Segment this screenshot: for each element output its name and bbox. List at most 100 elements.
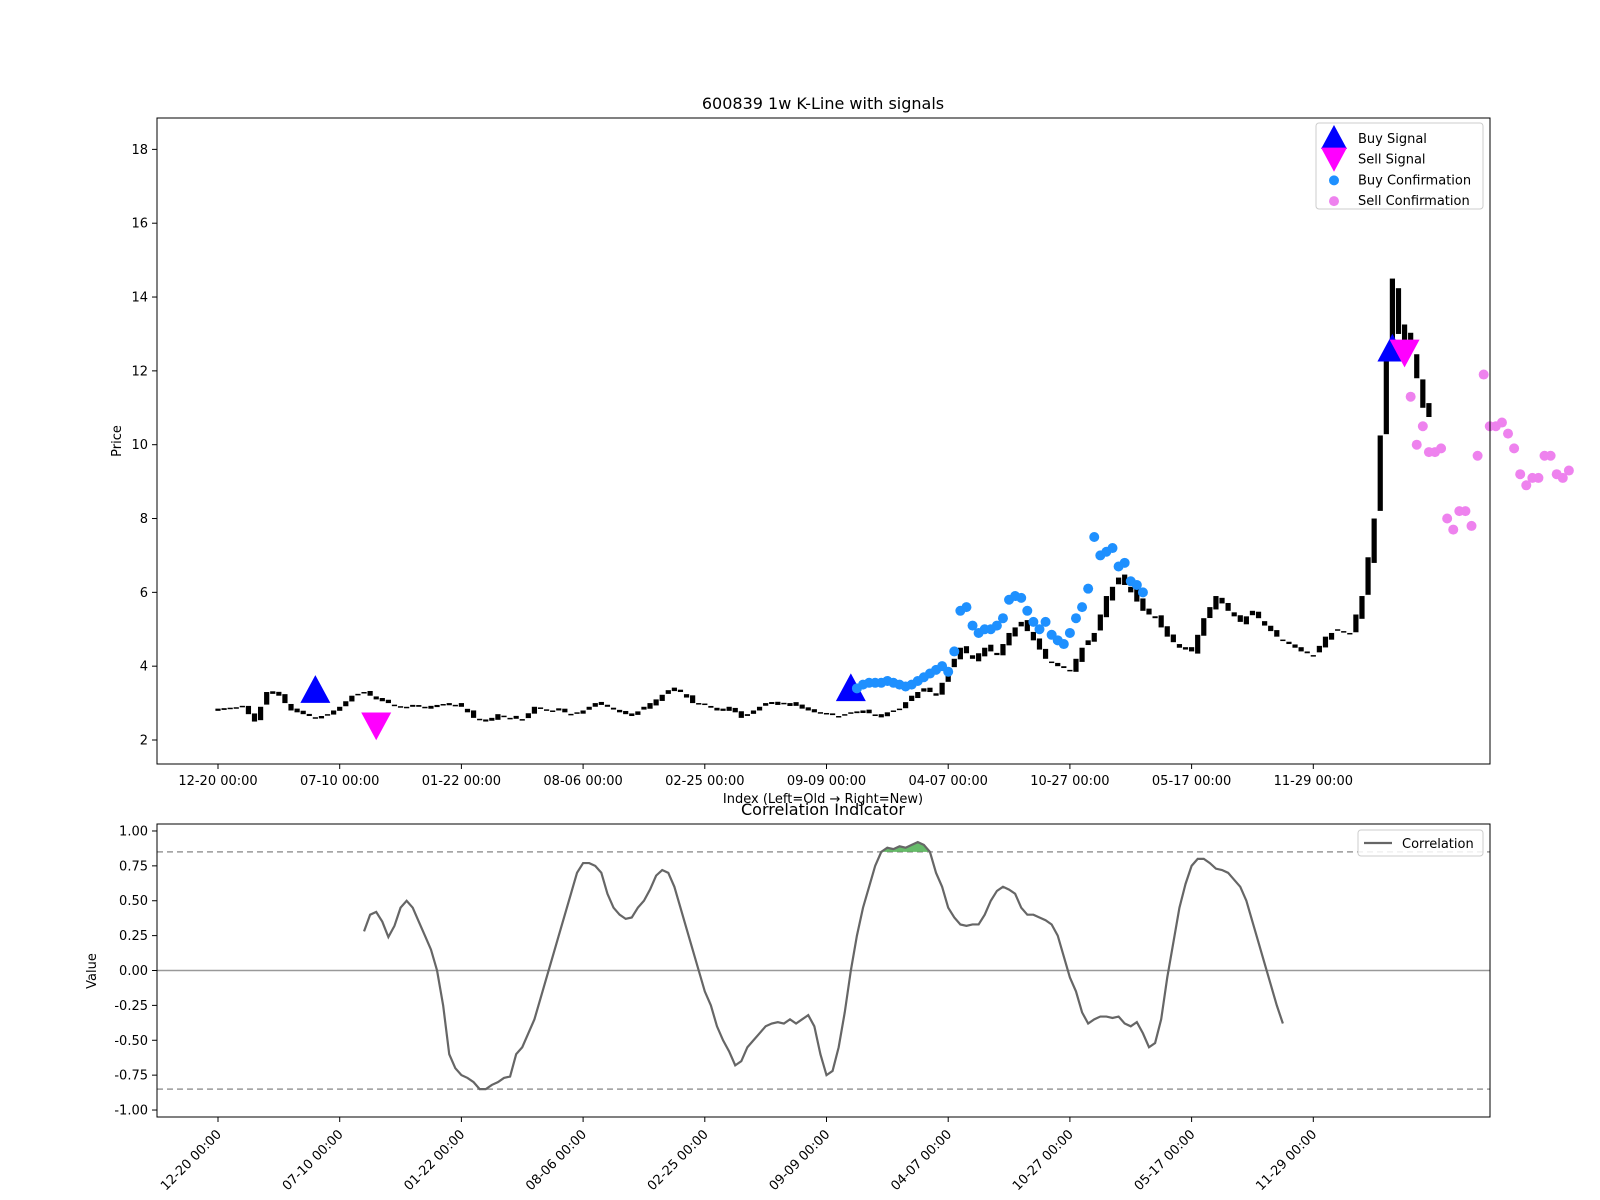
sell-confirmation-marker — [1436, 443, 1447, 454]
candle-body — [1353, 614, 1359, 633]
corr-plot-area — [157, 840, 1490, 1091]
candle-body — [513, 715, 519, 719]
candle-body — [903, 702, 909, 709]
corr-ytick-label: -0.25 — [114, 999, 148, 1014]
candle-body — [1231, 612, 1237, 617]
candle-body — [574, 712, 580, 714]
corr-xtick-label: 02-25 00:00 — [645, 1127, 712, 1194]
candle-body — [1170, 634, 1176, 643]
sell-confirmation-marker — [1563, 465, 1574, 476]
candle-body — [988, 644, 994, 652]
candle-body — [793, 702, 799, 706]
candle-body — [982, 647, 988, 657]
candle-body — [1128, 586, 1134, 593]
candle-body — [580, 710, 586, 714]
candle-body — [1322, 636, 1329, 648]
candle-body — [969, 655, 976, 659]
candle-body — [1182, 647, 1189, 650]
candle-body — [635, 711, 641, 715]
kline-xtick-label: 01-22 00:00 — [422, 774, 501, 789]
candle-body — [1097, 614, 1103, 631]
candle-body — [1420, 379, 1426, 408]
candle-body — [239, 705, 245, 708]
candle-body — [817, 712, 824, 714]
candle-body — [1426, 403, 1432, 418]
candle-body — [1225, 602, 1231, 611]
candle-body — [543, 709, 550, 711]
candle-body — [811, 709, 817, 713]
candle-body — [781, 702, 787, 705]
candle-body — [446, 703, 452, 706]
candle-body — [1304, 651, 1310, 654]
candle-body — [994, 652, 1000, 656]
buy-confirmation-marker — [1137, 587, 1148, 598]
candle-body — [744, 714, 750, 716]
candle-body — [732, 707, 738, 713]
candle-body — [507, 717, 513, 720]
corr-xtick-label: 12-20 00:00 — [158, 1127, 225, 1194]
candle-body — [860, 710, 866, 713]
candle-body — [556, 708, 562, 711]
candle-body — [586, 706, 592, 710]
candle-body — [1030, 631, 1036, 641]
buy-confirmation-marker — [943, 666, 954, 677]
candle-body — [355, 693, 361, 696]
kline-xtick-label: 07-10 00:00 — [300, 774, 379, 789]
correlation-line — [363, 840, 1284, 1091]
candle-body — [1018, 621, 1024, 627]
candle-body — [665, 690, 671, 694]
buy-confirmation-marker — [1077, 602, 1088, 613]
candle-body — [872, 714, 878, 717]
kline-xtick-label: 05-17 00:00 — [1152, 774, 1231, 789]
candle-body — [1140, 598, 1146, 611]
corr-ytick-label: -0.75 — [114, 1069, 148, 1084]
buy-confirmation-marker — [961, 602, 972, 613]
candle-body — [470, 710, 477, 718]
candle-body — [842, 714, 848, 716]
candle-body — [963, 646, 970, 654]
sell-confirmation-marker — [1496, 417, 1507, 428]
candle-body — [690, 695, 696, 704]
corr-xtick-label: 08-06 00:00 — [523, 1127, 590, 1194]
candle-body — [525, 713, 531, 719]
candle-body — [878, 714, 884, 718]
candle-body — [1383, 352, 1389, 435]
sell-confirmation-marker — [1478, 369, 1489, 380]
candle-body — [750, 710, 757, 714]
legend-correlation-label: Correlation — [1402, 837, 1474, 852]
buy-signal-marker — [300, 675, 331, 703]
kline-ytick-label: 6 — [140, 586, 148, 601]
sell-confirmation-marker — [1448, 524, 1459, 535]
corr-ytick-label: 0.00 — [119, 964, 148, 979]
buy-confirmation-marker — [949, 646, 960, 657]
candle-body — [337, 706, 343, 711]
candle-body — [428, 705, 434, 709]
candle-body — [756, 706, 763, 711]
kline-axes-frame — [156, 117, 1491, 765]
corr-xtick-label: 05-17 00:00 — [1132, 1127, 1199, 1194]
kline-xtick-label: 09-09 00:00 — [787, 774, 866, 789]
candle-body — [647, 703, 653, 709]
candle-body — [976, 653, 982, 662]
candle-body — [245, 705, 252, 715]
candle-body — [343, 701, 349, 707]
candle-body — [1055, 662, 1061, 667]
legend-sell-signal-label: Sell Signal — [1358, 153, 1426, 168]
figure: 600839 1w K-Line with signals Index (Lef… — [85, 94, 1574, 1194]
kline-title: 600839 1w K-Line with signals — [702, 94, 944, 113]
candle-body — [1085, 640, 1091, 646]
candle-body — [361, 692, 367, 694]
candle-body — [568, 713, 574, 716]
corr-legend: Correlation — [1357, 829, 1484, 857]
candle-body — [677, 689, 684, 693]
candle-body — [464, 708, 471, 713]
candle-body — [921, 688, 927, 692]
candle-body — [257, 706, 264, 721]
candle-body — [294, 708, 300, 713]
candle-body — [769, 702, 775, 705]
candle-body — [458, 703, 464, 707]
corr-ytick-label: -0.50 — [114, 1034, 148, 1049]
kline-xtick-label: 12-20 00:00 — [178, 774, 257, 789]
buy-confirmation-marker — [997, 613, 1008, 624]
candle-body — [1201, 618, 1207, 636]
